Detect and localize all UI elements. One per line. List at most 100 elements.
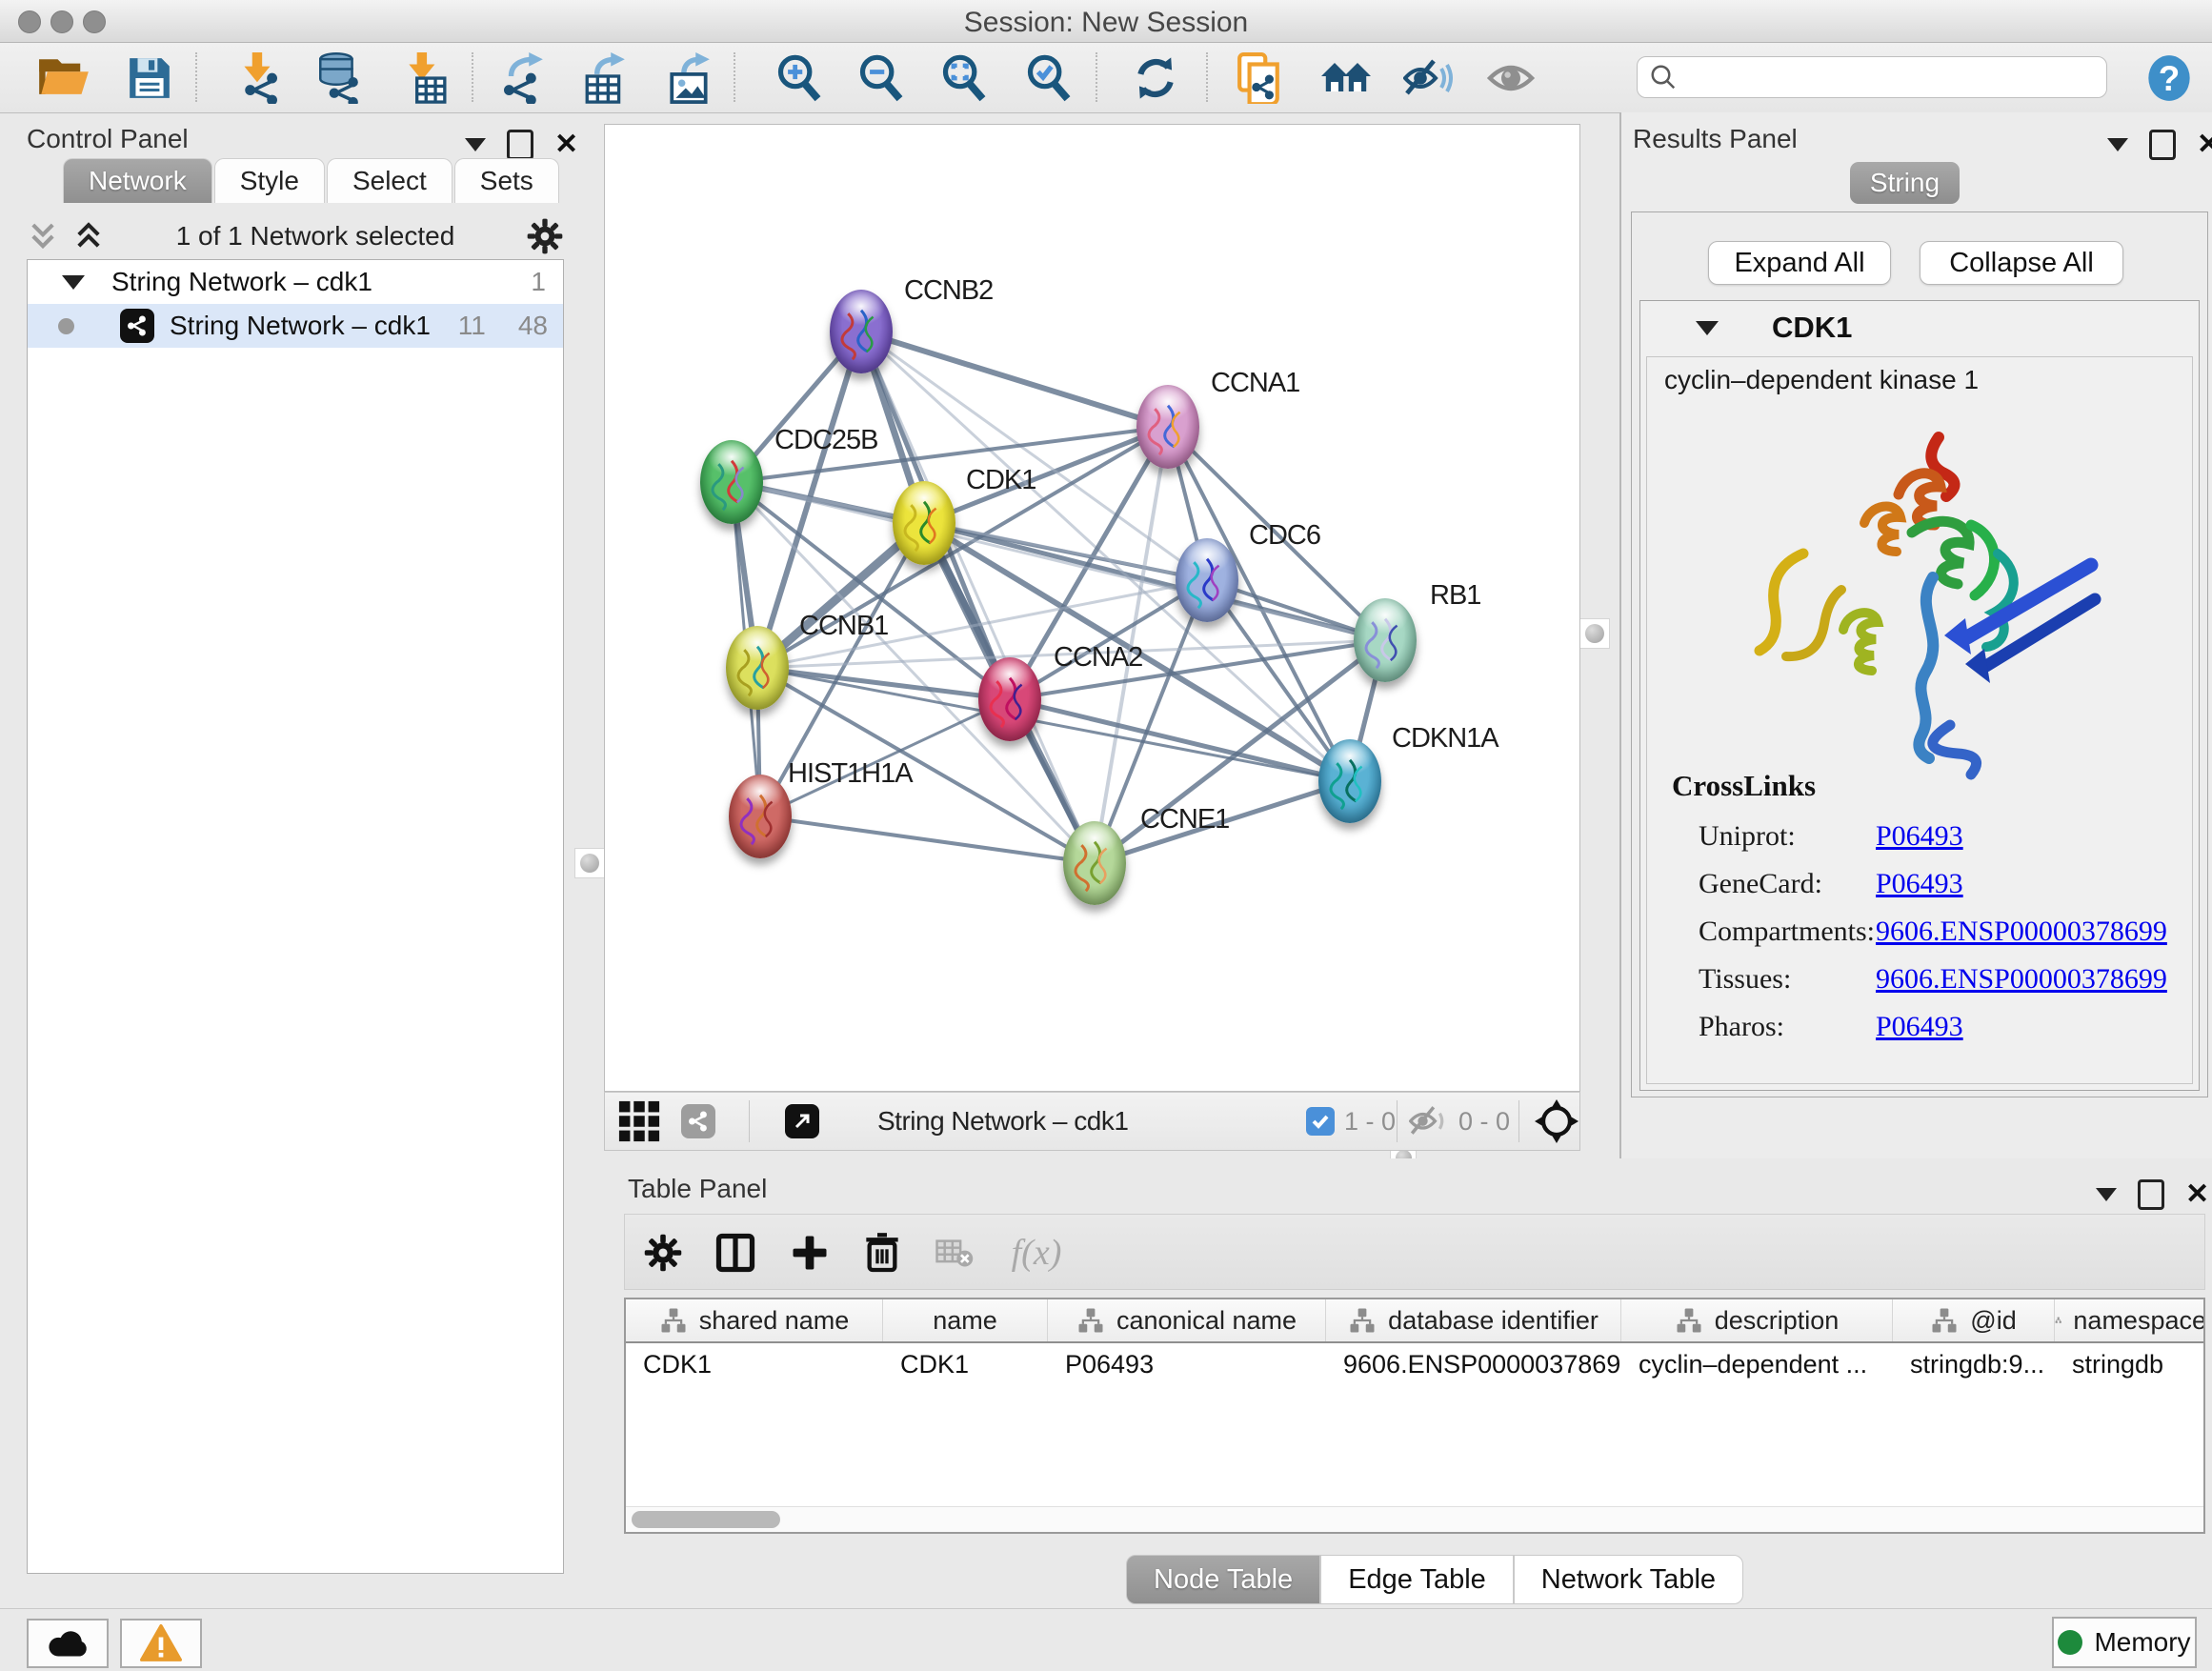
horizontal-scrollbar[interactable] (626, 1506, 2203, 1532)
column-header-database-identifier[interactable]: database identifier (1326, 1299, 1621, 1341)
table-cell[interactable]: stringdb:9... (1893, 1343, 2055, 1385)
selected-counts[interactable]: 1 - 0 (1306, 1093, 1396, 1150)
column-header-canonical-name[interactable]: canonical name (1048, 1299, 1326, 1341)
tab-sets[interactable]: Sets (454, 158, 559, 203)
column-header-name[interactable]: name (883, 1299, 1048, 1341)
panel-close-icon[interactable]: ✕ (554, 132, 578, 157)
table-cell[interactable]: 9606.ENSP00000378699 (1326, 1343, 1621, 1385)
new-network-from-selection-button[interactable] (1232, 50, 1287, 106)
detach-view-button[interactable] (785, 1093, 819, 1150)
export-table-button[interactable] (577, 50, 633, 106)
delete-column-button[interactable] (855, 1228, 909, 1278)
table-cell[interactable]: cyclin–dependent ... (1621, 1343, 1893, 1385)
table-settings-button[interactable] (636, 1228, 690, 1278)
node-CDC25B[interactable] (700, 440, 763, 524)
edge-HIST1H1A-CCNE1[interactable] (760, 816, 1095, 863)
panel-menu-icon[interactable] (2096, 1188, 2117, 1201)
edge-CDC25B-CDC6[interactable] (732, 482, 1207, 580)
first-neighbors-button[interactable] (1318, 50, 1374, 106)
node-CDK1[interactable] (893, 481, 955, 565)
collapse-all-button[interactable]: Collapse All (1920, 241, 2123, 285)
panel-close-icon[interactable]: ✕ (2185, 1182, 2209, 1207)
zoom-out-button[interactable] (854, 50, 909, 106)
node-CCNB2[interactable] (830, 290, 893, 373)
grid-view-button[interactable] (617, 1093, 661, 1150)
crosslink-link-genecard-[interactable]: P06493 (1876, 868, 1963, 900)
crosslink-link-uniprot-[interactable]: P06493 (1876, 820, 1963, 853)
delete-table-button[interactable] (928, 1228, 981, 1278)
tab-network-table[interactable]: Network Table (1514, 1555, 1743, 1604)
tab-string[interactable]: String (1850, 162, 1960, 204)
panel-float-icon[interactable] (507, 130, 533, 160)
node-CCNE1[interactable] (1063, 821, 1126, 905)
column-header--id[interactable]: @id (1893, 1299, 2055, 1341)
section-collapse-icon[interactable] (1696, 321, 1719, 335)
selected-checkbox-icon[interactable] (1306, 1107, 1335, 1136)
tab-edge-table[interactable]: Edge Table (1320, 1555, 1514, 1604)
network-collection-row[interactable]: String Network – cdk1 1 (28, 260, 563, 304)
export-image-button[interactable] (662, 50, 717, 106)
node-HIST1H1A[interactable] (729, 775, 792, 858)
open-session-button[interactable] (36, 50, 91, 106)
tab-node-table[interactable]: Node Table (1126, 1555, 1320, 1604)
node-CCNA1[interactable] (1136, 385, 1199, 469)
zoom-selected-button[interactable] (1021, 50, 1076, 106)
node-CDC6[interactable] (1176, 538, 1238, 622)
node-CCNB1[interactable] (726, 626, 789, 710)
panel-menu-icon[interactable] (2107, 138, 2128, 151)
import-network-button[interactable] (231, 50, 286, 106)
network-row-selected[interactable]: String Network – cdk1 11 48 (28, 304, 563, 348)
edge-CCNB2-CCNA1[interactable] (861, 332, 1168, 427)
column-header-shared-name[interactable]: shared name (626, 1299, 883, 1341)
panel-close-icon[interactable]: ✕ (2197, 132, 2212, 157)
help-button[interactable]: ? (2142, 50, 2197, 106)
left-splitter-handle[interactable] (574, 848, 605, 878)
refresh-layout-button[interactable] (1128, 50, 1183, 106)
panel-menu-icon[interactable] (465, 138, 486, 151)
function-builder-button[interactable]: f(x) (998, 1228, 1075, 1278)
import-network-from-database-button[interactable] (311, 50, 366, 106)
expand-all-chevrons-icon[interactable] (72, 220, 105, 252)
expand-all-button[interactable]: Expand All (1708, 241, 1891, 285)
column-header-namespace[interactable]: namespace (2055, 1299, 2205, 1341)
node-CCNA2[interactable] (978, 657, 1041, 741)
right-splitter-handle[interactable] (1579, 618, 1610, 649)
panel-float-icon[interactable] (2149, 130, 2176, 160)
gear-icon[interactable] (526, 217, 564, 255)
node-section-header[interactable]: CDK1 (1640, 301, 2199, 354)
create-column-button[interactable] (783, 1228, 836, 1278)
node-RB1[interactable] (1354, 598, 1417, 682)
zoom-in-button[interactable] (772, 50, 827, 106)
tab-network[interactable]: Network (63, 158, 212, 203)
table-cell[interactable]: CDK1 (626, 1343, 883, 1385)
import-table-button[interactable] (397, 50, 452, 106)
table-cell[interactable]: CDK1 (883, 1343, 1048, 1385)
node-CDKN1A[interactable] (1318, 739, 1381, 823)
save-session-button[interactable] (122, 50, 177, 106)
cloud-status-button[interactable] (27, 1619, 109, 1668)
scrollbar-thumb[interactable] (632, 1511, 780, 1528)
network-view-mode-button[interactable] (681, 1093, 715, 1150)
column-header-description[interactable]: description (1621, 1299, 1893, 1341)
warnings-button[interactable] (120, 1619, 202, 1668)
crosslink-link-tissues-[interactable]: 9606.ENSP00000378699 (1876, 963, 2167, 996)
memory-button[interactable]: Memory (2052, 1617, 2197, 1668)
panel-float-icon[interactable] (2138, 1179, 2164, 1210)
edge-CCNB1-CCNA2[interactable] (757, 668, 1010, 699)
hidden-counts[interactable]: 0 - 0 (1409, 1093, 1510, 1150)
show-all-button[interactable] (1483, 50, 1538, 106)
network-canvas[interactable]: CCNB2 CCNA1 CDC25B CDK1 CDC6 RB1 CCNB1 C… (604, 124, 1580, 1092)
tab-style[interactable]: Style (214, 158, 325, 203)
show-columns-button[interactable] (709, 1228, 762, 1278)
tab-select[interactable]: Select (327, 158, 452, 203)
hide-selected-button[interactable] (1400, 50, 1456, 106)
birds-eye-toggle-button[interactable] (1535, 1093, 1579, 1150)
crosslink-link-compartments-[interactable]: 9606.ENSP00000378699 (1876, 916, 2167, 948)
export-network-button[interactable] (495, 50, 551, 106)
zoom-fit-button[interactable] (936, 50, 992, 106)
collection-expand-icon[interactable] (62, 275, 85, 290)
table-cell[interactable]: stringdb (2055, 1343, 2205, 1385)
search-input[interactable] (1678, 62, 2081, 93)
collapse-all-chevrons-icon[interactable] (27, 220, 59, 252)
crosslink-link-pharos-[interactable]: P06493 (1876, 1011, 1963, 1043)
